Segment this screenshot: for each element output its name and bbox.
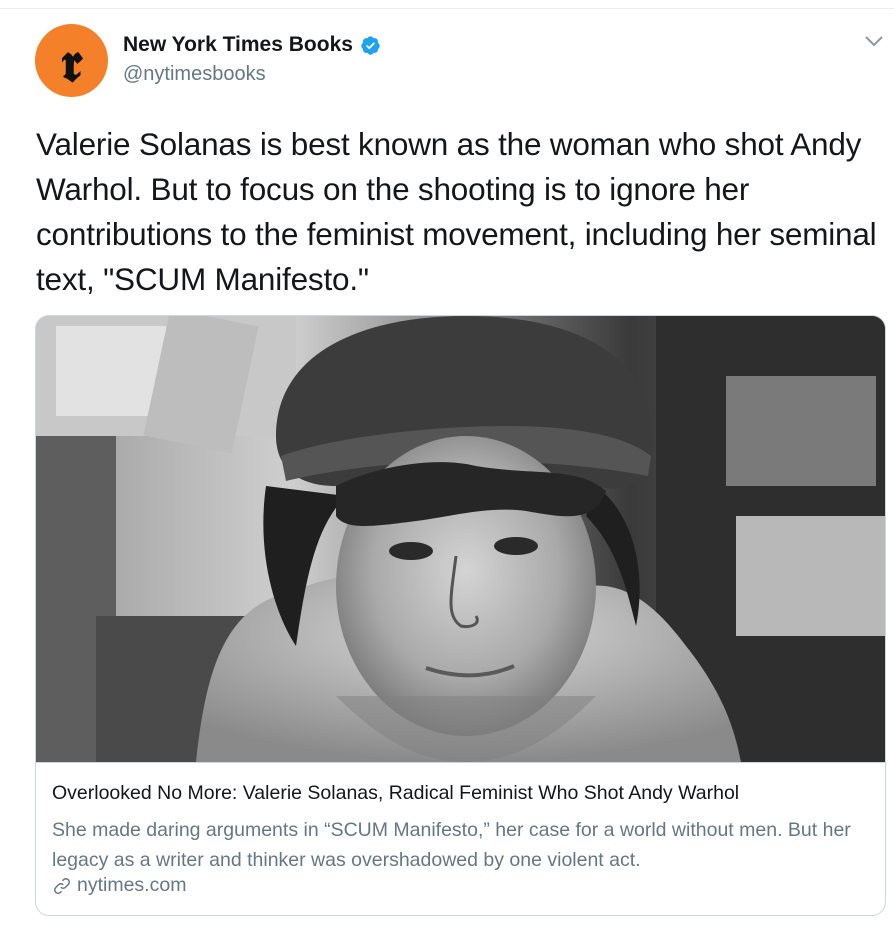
nyt-logo-icon: 𝖗 — [60, 29, 83, 94]
chevron-down-icon[interactable] — [864, 34, 884, 48]
link-preview-card[interactable]: Overlooked No More: Valerie Solanas, Rad… — [35, 315, 886, 916]
tweet-text: Valerie Solanas is best known as the wom… — [36, 126, 877, 297]
avatar[interactable]: 𝖗 — [35, 24, 108, 97]
user-handle[interactable]: @nytimesbooks — [123, 63, 266, 86]
card-domain-text[interactable]: nytimes.com — [77, 874, 186, 897]
display-name[interactable]: New York Times Books — [123, 33, 353, 57]
link-icon — [54, 877, 70, 894]
verified-badge-icon — [361, 35, 380, 55]
card-title[interactable]: Overlooked No More: Valerie Solanas, Rad… — [52, 782, 739, 805]
portrait-photo — [36, 316, 885, 762]
card-description: She made daring arguments in “SCUM Manif… — [52, 819, 851, 871]
card-image[interactable] — [36, 316, 885, 763]
author-name-row[interactable]: New York Times Books — [123, 33, 381, 57]
top-divider — [0, 8, 894, 9]
card-domain[interactable]: nytimes.com — [52, 874, 186, 897]
